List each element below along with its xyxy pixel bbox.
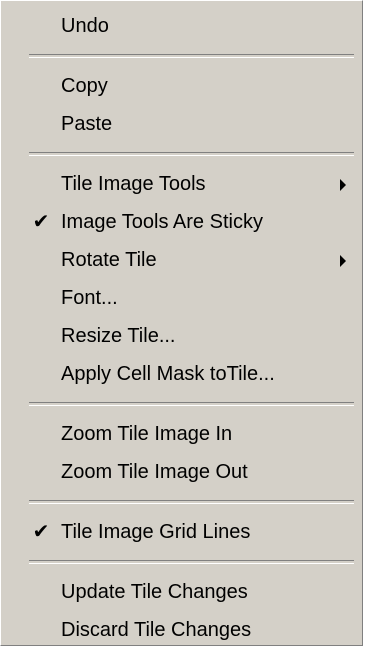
menu-item-rotate-tile[interactable]: Rotate Tile — [1, 241, 362, 279]
menu-item-label: Zoom Tile Image In — [61, 423, 233, 445]
menu-item-label: Apply Cell Mask toTile... — [61, 363, 275, 385]
menu-item-tile-image-tools[interactable]: Tile Image Tools — [1, 165, 362, 203]
menu-item-label: Tile Image Grid Lines — [61, 521, 251, 543]
menu-item-label: Resize Tile... — [61, 325, 176, 347]
menu-item-label: Zoom Tile Image Out — [61, 461, 248, 483]
menu-item-label: Copy — [61, 75, 108, 97]
menu-item-label: Font... — [61, 287, 118, 309]
menu-item-label: Rotate Tile — [61, 249, 157, 271]
menu-item-update-tile-changes[interactable]: Update Tile Changes — [1, 573, 362, 611]
menu-item-copy[interactable]: Copy — [1, 67, 362, 105]
menu-item-label: Undo — [61, 15, 109, 37]
menu-separator — [29, 500, 354, 504]
menu-separator — [29, 560, 354, 564]
menu-item-label: Image Tools Are Sticky — [61, 211, 263, 233]
menu-item-discard-tile-changes[interactable]: Discard Tile Changes — [1, 611, 362, 649]
submenu-arrow-icon — [340, 255, 346, 267]
menu-item-font[interactable]: Font... — [1, 279, 362, 317]
submenu-arrow-icon — [340, 179, 346, 191]
menu-separator — [29, 402, 354, 406]
menu-item-apply-cell-mask[interactable]: Apply Cell Mask toTile... — [1, 355, 362, 393]
menu-item-zoom-out[interactable]: Zoom Tile Image Out — [1, 453, 362, 491]
menu-item-zoom-in[interactable]: Zoom Tile Image In — [1, 415, 362, 453]
menu-item-label: Tile Image Tools — [61, 173, 206, 195]
menu-separator — [29, 152, 354, 156]
checkmark-icon: ✔ — [32, 521, 50, 543]
context-menu: Undo Copy Paste Tile Image Tools ✔ Image… — [0, 0, 363, 646]
menu-item-resize-tile[interactable]: Resize Tile... — [1, 317, 362, 355]
menu-item-undo[interactable]: Undo — [1, 7, 362, 45]
checkmark-icon: ✔ — [32, 211, 50, 233]
menu-item-label: Paste — [61, 113, 113, 135]
menu-separator — [29, 54, 354, 58]
menu-item-grid-lines[interactable]: ✔ Tile Image Grid Lines — [1, 513, 362, 551]
menu-item-label: Discard Tile Changes — [61, 619, 252, 641]
menu-item-image-tools-are-sticky[interactable]: ✔ Image Tools Are Sticky — [1, 203, 362, 241]
menu-item-paste[interactable]: Paste — [1, 105, 362, 143]
menu-item-label: Update Tile Changes — [61, 581, 248, 603]
